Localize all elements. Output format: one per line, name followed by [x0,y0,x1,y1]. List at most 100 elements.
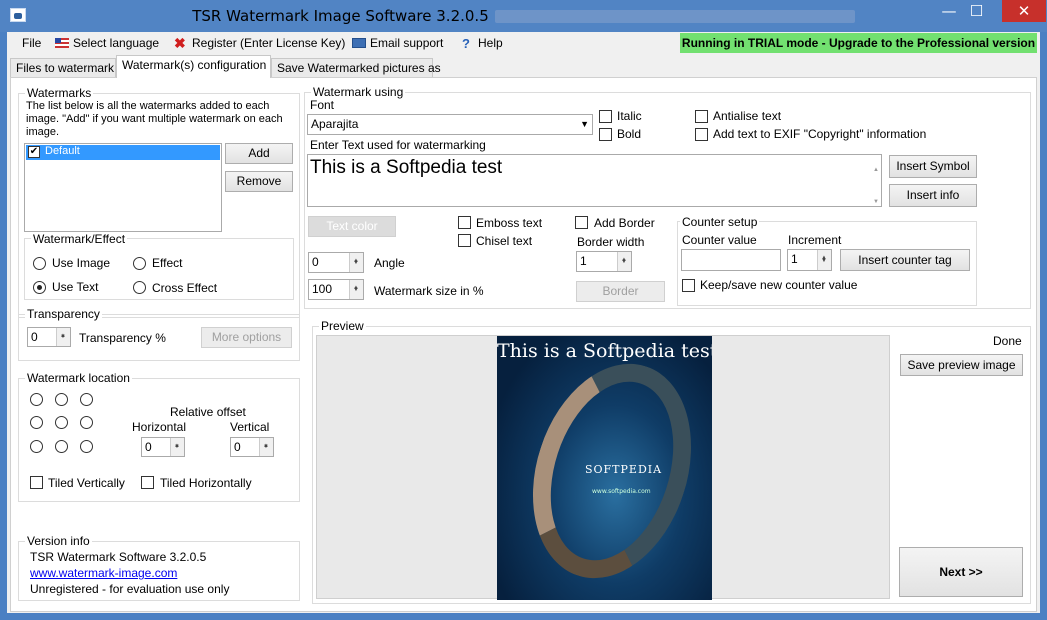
save-preview-image-button[interactable]: Save preview image [900,354,1023,376]
text-color-button[interactable]: Text color [308,216,396,237]
preview-watermark-text: This is a Softpedia test [497,340,712,362]
use-image-label: Use Image [52,256,111,270]
preview-brand-text: SOFTPEDIA [585,463,663,476]
help-icon: ? [462,36,470,51]
tab-save-watermarked-pictures[interactable]: Save Watermarked pictures as [271,58,441,77]
list-item[interactable]: ✔ Default [26,145,220,160]
bold-checkbox[interactable] [599,128,612,141]
title-path-redacted [494,10,855,23]
chevron-down-icon[interactable]: ▼ [580,115,589,133]
keep-counter-checkbox[interactable] [682,279,695,292]
location-center-radio[interactable] [55,416,68,429]
insert-info-button[interactable]: Insert info [889,184,977,207]
registration-status: Unregistered - for evaluation use only [30,582,230,596]
chisel-text-checkbox[interactable] [458,234,471,247]
horizontal-offset-value: 0 [145,440,152,454]
counter-value-input[interactable] [681,249,781,271]
menu-help-label: Help [478,36,503,50]
scroll-down-icon[interactable]: ▼ [873,198,879,206]
italic-label: Italic [617,109,642,123]
relative-offset-label: Relative offset [170,405,246,419]
website-link[interactable]: www.watermark-image.com [30,566,177,580]
location-bottom-center-radio[interactable] [55,440,68,453]
menu-register[interactable]: ✖ Register (Enter License Key) [174,35,345,51]
vertical-offset-label: Vertical [230,420,270,434]
tiled-vertically-checkbox[interactable] [30,476,43,489]
location-bottom-left-radio[interactable] [30,440,43,453]
effect-radio[interactable] [133,257,146,270]
bold-label: Bold [617,127,642,141]
default-watermark-checkbox[interactable]: ✔ [28,146,40,158]
remove-watermark-button[interactable]: Remove [225,171,293,192]
location-middle-left-radio[interactable] [30,416,43,429]
watermark-effect-label: Watermark/Effect [31,232,128,246]
watermark-text-value: This is a Softpedia test [310,157,503,178]
insert-counter-tag-button[interactable]: Insert counter tag [840,249,970,271]
border-width-spinner[interactable]: 1 [576,251,632,272]
more-options-button[interactable]: More options [201,327,292,348]
window-title: TSR Watermark Image Software 3.2.0.5 [0,7,1047,25]
increment-spinner[interactable]: 1 [787,249,832,271]
emboss-text-label: Emboss text [476,216,543,230]
horizontal-offset-spinner[interactable]: 0 [141,437,185,457]
increment-value: 1 [791,252,798,266]
menu-file[interactable]: File [22,35,41,51]
emboss-text-checkbox[interactable] [458,216,471,229]
exif-copyright-checkbox[interactable] [695,128,708,141]
cross-effect-radio[interactable] [133,281,146,294]
trial-mode-banner[interactable]: Running in TRIAL mode - Upgrade to the P… [680,33,1037,53]
spinner-arrows-icon[interactable] [349,252,363,272]
spinner-arrows-icon[interactable] [56,327,70,346]
add-watermark-button[interactable]: Add [225,143,293,164]
angle-spinner[interactable]: 0 [308,252,364,273]
window-client: File Select language ✖ Register (Enter Li… [7,32,1040,613]
preview-canvas: This is a Softpedia test SOFTPEDIA www.s… [316,335,890,600]
location-top-left-radio[interactable] [30,393,43,406]
spinner-arrows-icon[interactable] [817,249,831,270]
vertical-offset-spinner[interactable]: 0 [230,437,274,457]
insert-symbol-button[interactable]: Insert Symbol [889,155,977,178]
font-label: Font [310,98,335,112]
tab-watermark-configuration[interactable]: Watermark(s) configuration [116,55,271,78]
next-button[interactable]: Next >> [899,547,1023,597]
angle-label: Angle [374,256,405,270]
spinner-arrows-icon[interactable] [170,437,184,456]
antialise-label: Antialise text [713,109,782,123]
watermark-size-spinner[interactable]: 100 [308,279,364,300]
transparency-value: 0 [31,330,38,344]
menu-select-language[interactable]: Select language [55,35,159,51]
menu-help[interactable]: ? Help [462,35,503,51]
location-top-right-radio[interactable] [80,393,93,406]
use-text-radio[interactable] [33,281,46,294]
tiled-horizontally-checkbox[interactable] [141,476,154,489]
spinner-arrows-icon[interactable] [349,279,363,299]
maximize-button[interactable]: ☐ [963,0,990,22]
close-button[interactable]: ✕ [1002,0,1046,22]
location-middle-right-radio[interactable] [80,416,93,429]
use-image-radio[interactable] [33,257,46,270]
location-top-center-radio[interactable] [55,393,68,406]
font-select[interactable]: Aparajita ▼ [307,114,593,135]
spinner-arrows-icon[interactable] [617,251,631,271]
exif-copyright-label: Add text to EXIF "Copyright" information [713,127,927,141]
version-info-label: Version info [25,534,92,548]
add-border-checkbox[interactable] [575,216,588,229]
watermark-text-label: Enter Text used for watermarking [310,138,486,152]
italic-checkbox[interactable] [599,110,612,123]
border-button[interactable]: Border [576,281,665,302]
watermark-list[interactable]: ✔ Default [24,143,222,232]
tiled-vertically-label: Tiled Vertically [48,476,125,490]
tab-files-to-watermark[interactable]: Files to watermark [10,58,116,77]
antialise-checkbox[interactable] [695,110,708,123]
watermark-location-label: Watermark location [25,371,132,385]
watermark-configuration-pane: Watermarks The list below is all the wat… [10,77,1037,612]
increment-label: Increment [788,233,842,247]
watermark-text-input[interactable]: This is a Softpedia test ▲ ▼ [307,154,882,207]
transparency-spinner[interactable]: 0 [27,327,71,347]
scroll-up-icon[interactable]: ▲ [873,157,879,183]
location-bottom-right-radio[interactable] [80,440,93,453]
spinner-arrows-icon[interactable] [259,437,273,456]
menu-select-language-label: Select language [73,36,160,50]
menu-email-support[interactable]: Email support [352,35,443,51]
minimize-button[interactable]: — [935,0,963,22]
